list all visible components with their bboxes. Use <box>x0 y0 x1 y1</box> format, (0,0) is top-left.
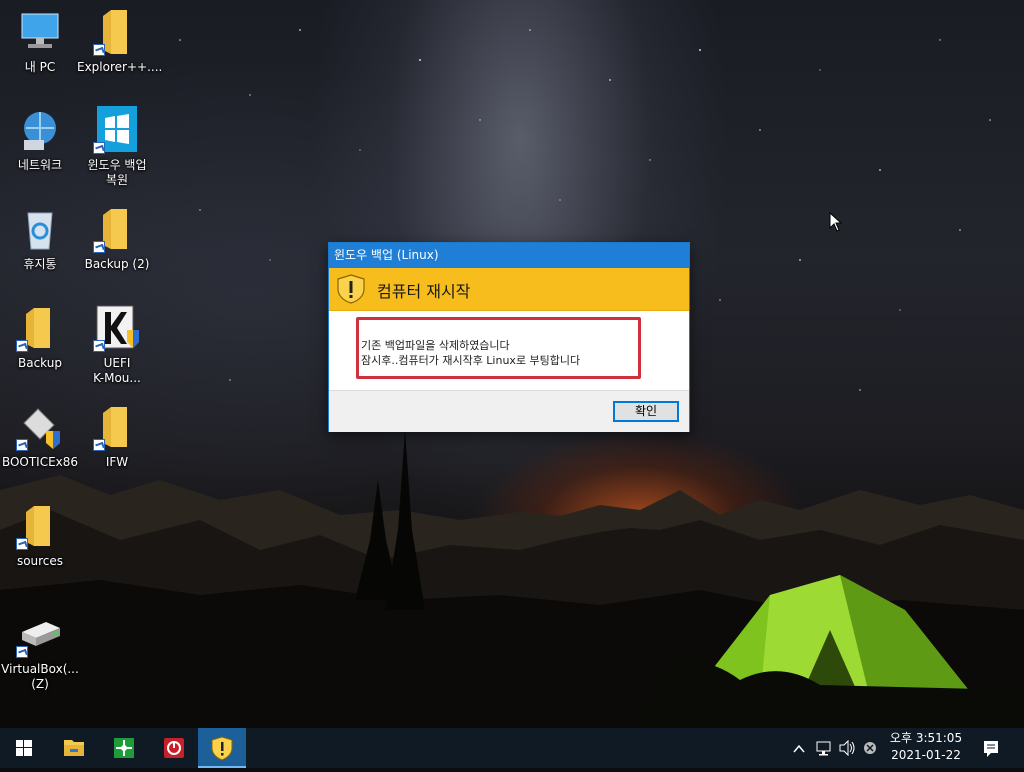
taskbar-green-app[interactable] <box>100 728 148 768</box>
icon-label: VirtualBox(... (Z) <box>1 662 79 691</box>
shortcut-arrow-icon <box>93 340 105 352</box>
desktop-icon-virtualbox-drive[interactable]: VirtualBox(... (Z) <box>0 610 80 692</box>
start-icon <box>16 740 32 756</box>
folder-icon <box>16 502 64 550</box>
folder-icon <box>93 8 141 56</box>
shield-warning-app-icon <box>211 736 233 761</box>
shortcut-arrow-icon <box>16 538 28 550</box>
folder-icon <box>93 205 141 253</box>
windows-logo-icon <box>93 106 141 154</box>
shortcut-arrow-icon <box>93 142 105 154</box>
system-clock[interactable]: 오후 3:51:05 2021-01-22 <box>884 730 968 764</box>
file-explorer-icon <box>64 740 84 756</box>
taskbar-shield-app[interactable] <box>198 728 246 768</box>
desktop-icon-windows-backup-restore[interactable]: 윈도우 백업 복원 <box>77 106 157 188</box>
restart-dialog: 윈도우 백업 (Linux) 컴퓨터 재시작 기존 백업파일을 삭제하였습니다 … <box>328 242 690 432</box>
icon-label: BOOTICEx86 <box>1 455 79 469</box>
taskbar-file-explorer[interactable] <box>50 728 98 768</box>
shortcut-arrow-icon <box>93 44 105 56</box>
ok-button[interactable]: 확인 <box>613 401 679 422</box>
desktop-icon-ifw[interactable]: IFW <box>77 403 157 470</box>
desktop-icon-explorer-plus[interactable]: Explorer++.... <box>77 8 163 75</box>
icon-label: 윈도우 백업 복원 <box>87 158 147 187</box>
dialog-body: 기존 백업파일을 삭제하였습니다 잠시후..컴퓨터가 재시작후 Linux로 부… <box>329 311 689 389</box>
desktop-icon-uefi-kmount[interactable]: UEFI K-Mou... <box>77 304 157 386</box>
desktop-icon-backup-2[interactable]: Backup (2) <box>77 205 157 272</box>
dialog-header: 컴퓨터 재시작 <box>329 268 689 311</box>
icon-label: 내 PC <box>24 60 56 74</box>
icon-label: sources <box>16 554 64 568</box>
bootice-tool-icon <box>16 403 64 451</box>
clock-time: 오후 3:51:05 <box>889 731 963 745</box>
folder-icon <box>93 403 141 451</box>
message-line-2: 잠시후..컴퓨터가 재시작후 Linux로 부팅합니다 <box>361 354 581 367</box>
computer-icon <box>16 8 64 56</box>
taskbar-red-app[interactable] <box>150 728 198 768</box>
desktop-icon-this-pc[interactable]: 내 PC <box>0 8 80 75</box>
desktop-icon-booticex86[interactable]: BOOTICEx86 <box>0 403 80 470</box>
error-close-circle-icon[interactable] <box>861 728 879 768</box>
network-status-icon[interactable] <box>814 728 834 768</box>
dialog-title-bar[interactable]: 윈도우 백업 (Linux) <box>329 243 689 268</box>
network-globe-icon <box>16 106 64 154</box>
icon-label: 휴지통 <box>23 257 57 271</box>
dialog-heading: 컴퓨터 재시작 <box>377 282 471 301</box>
mouse-cursor-icon <box>829 212 843 232</box>
desktop-icon-sources[interactable]: sources <box>0 502 80 569</box>
warning-shield-icon <box>337 274 365 304</box>
red-power-app-icon <box>164 738 184 758</box>
icon-label: Explorer++.... <box>77 60 163 74</box>
show-hidden-icons-chevron-up-icon[interactable] <box>790 728 808 768</box>
icon-label: Backup (2) <box>84 257 150 271</box>
shortcut-arrow-icon <box>16 439 28 451</box>
shortcut-arrow-icon <box>16 340 28 352</box>
icon-label: Backup <box>18 356 62 370</box>
icon-label: IFW <box>105 455 129 469</box>
network-drive-icon <box>16 610 64 658</box>
shortcut-arrow-icon <box>93 241 105 253</box>
taskbar: 오후 3:51:05 2021-01-22 <box>0 728 1024 768</box>
k-mount-icon <box>93 304 141 352</box>
shortcut-arrow-icon <box>93 439 105 451</box>
clock-date: 2021-01-22 <box>891 748 961 762</box>
shortcut-arrow-icon <box>16 646 28 658</box>
action-center-notification-icon[interactable] <box>980 728 1002 768</box>
folder-icon <box>16 304 64 352</box>
message-line-1: 기존 백업파일을 삭제하였습니다 <box>361 339 510 352</box>
green-app-icon <box>114 738 134 758</box>
desktop-icon-recycle-bin[interactable]: 휴지통 <box>0 205 80 272</box>
icon-label: UEFI K-Mou... <box>93 356 141 385</box>
start-button[interactable] <box>0 728 48 768</box>
dialog-footer: 확인 <box>329 390 689 432</box>
desktop-icon-network[interactable]: 네트워크 <box>0 106 80 173</box>
volume-speaker-icon[interactable] <box>837 728 857 768</box>
desktop-icon-backup[interactable]: Backup <box>0 304 80 371</box>
recycle-bin-icon <box>16 205 64 253</box>
icon-label: 네트워크 <box>17 158 63 172</box>
